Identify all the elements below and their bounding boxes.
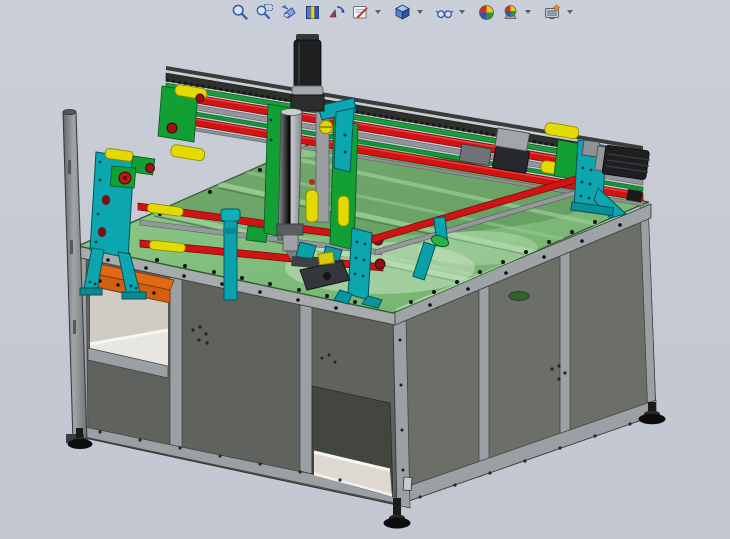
view-settings-button[interactable] (540, 1, 564, 23)
apply-scene-icon (501, 3, 520, 22)
rotate-view-icon (327, 3, 346, 22)
zoom-to-area-button[interactable] (252, 1, 276, 23)
zoom-to-area-icon (255, 3, 274, 22)
hide-show-items-icon (435, 3, 454, 22)
view-orientation-icon (351, 3, 370, 22)
chevron-down-icon (567, 10, 573, 14)
machine-model[interactable] (63, 34, 712, 529)
display-style-button[interactable] (390, 1, 414, 23)
zoom-to-fit-button[interactable] (228, 1, 252, 23)
hide-show-items-button[interactable] (432, 1, 456, 23)
section-view-icon (303, 3, 322, 22)
rotate-view-button[interactable] (324, 1, 348, 23)
view-orientation-button[interactable] (348, 1, 372, 23)
edit-appearance-icon (477, 3, 496, 22)
apply-scene-dropdown[interactable] (522, 1, 533, 23)
hide-show-items-dropdown[interactable] (456, 1, 467, 23)
section-view-button[interactable] (300, 1, 324, 23)
display-style-icon (393, 3, 412, 22)
view-orientation-dropdown[interactable] (372, 1, 383, 23)
solidworks-viewport[interactable] (0, 0, 730, 539)
view-settings-icon (543, 3, 562, 22)
heads-up-view-toolbar (228, 0, 577, 24)
display-style-dropdown[interactable] (414, 1, 425, 23)
chevron-down-icon (525, 10, 531, 14)
apply-scene-button[interactable] (498, 1, 522, 23)
chevron-down-icon (375, 10, 381, 14)
previous-view-icon (279, 3, 298, 22)
stepper-motor[interactable] (291, 34, 324, 111)
edit-appearance-button[interactable] (474, 1, 498, 23)
view-settings-dropdown[interactable] (564, 1, 575, 23)
zoom-to-fit-icon (231, 3, 250, 22)
teal-pole (221, 209, 240, 300)
chevron-down-icon (417, 10, 423, 14)
model-canvas[interactable] (0, 0, 730, 539)
previous-view-button[interactable] (276, 1, 300, 23)
chevron-down-icon (459, 10, 465, 14)
